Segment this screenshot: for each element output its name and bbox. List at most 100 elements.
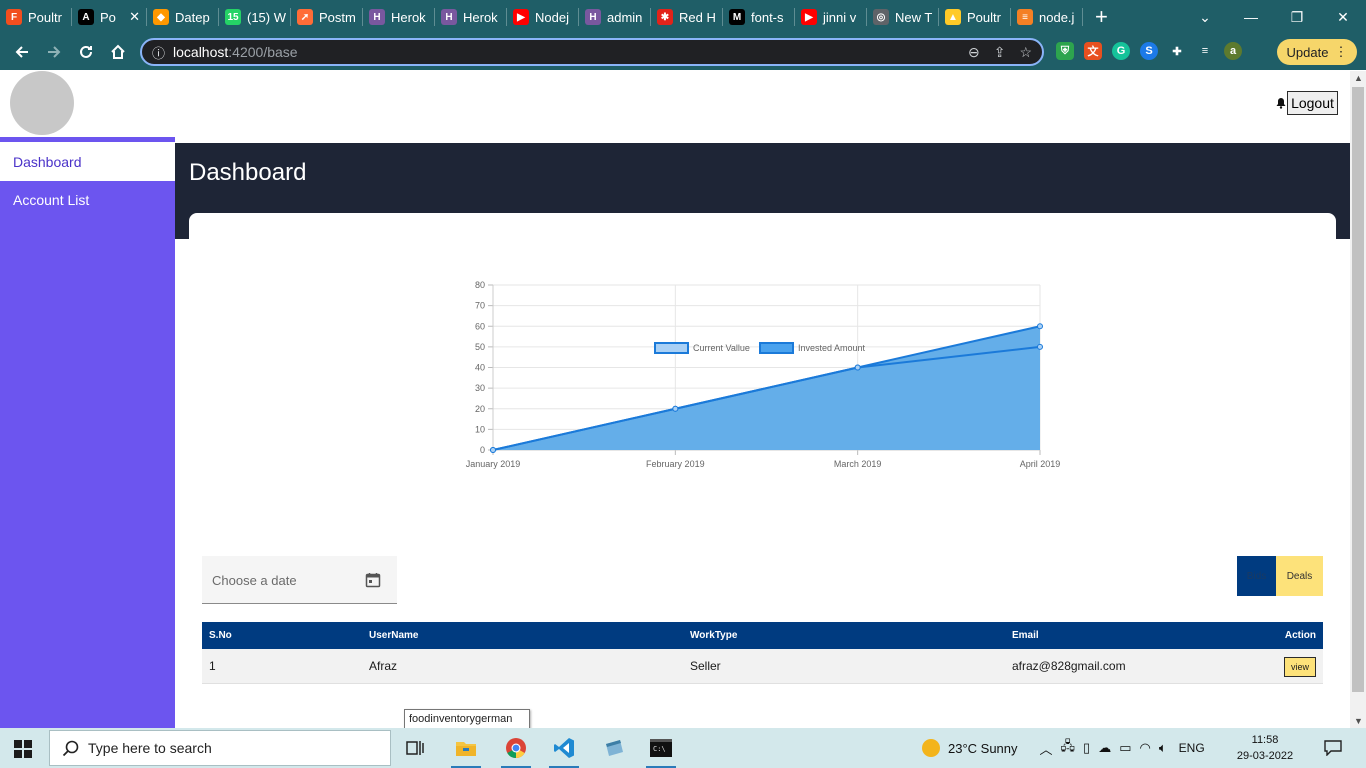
- y-tick-label: 0: [480, 445, 485, 455]
- tab-title: admin: [607, 9, 643, 25]
- minimize-button[interactable]: —: [1228, 9, 1274, 25]
- browser-tab[interactable]: Hadmin: [579, 0, 650, 34]
- vscode-icon[interactable]: [541, 732, 587, 768]
- table-header: S.No UserName WorkType Email Action: [202, 622, 1323, 649]
- update-button[interactable]: Update ⋮: [1277, 39, 1357, 65]
- calendar-icon[interactable]: [365, 572, 381, 588]
- y-tick-label: 10: [475, 424, 485, 434]
- network-drive-icon[interactable]: 🖧: [1061, 737, 1076, 759]
- language-indicator[interactable]: ENG: [1179, 741, 1205, 755]
- share-icon[interactable]: ⇪: [994, 44, 1006, 61]
- logout-button[interactable]: Logout: [1287, 91, 1338, 115]
- close-window-button[interactable]: ✕: [1320, 9, 1366, 26]
- scroll-down-icon[interactable]: ▼: [1354, 716, 1363, 726]
- page-scrollbar[interactable]: ▲ ▼: [1350, 71, 1366, 728]
- scroll-up-icon[interactable]: ▲: [1354, 73, 1363, 83]
- data-point: [490, 447, 496, 453]
- window-controls: ⌄ — ❐ ✕: [1182, 0, 1366, 34]
- scrollbar-thumb[interactable]: [1352, 87, 1364, 692]
- browser-tab[interactable]: ◎ New T: [867, 0, 938, 34]
- tab-title: Herok: [391, 9, 426, 25]
- forward-icon[interactable]: [38, 36, 70, 68]
- header-email: Email: [1012, 630, 1039, 641]
- weather-text[interactable]: 23°C Sunny: [948, 741, 1018, 756]
- zoom-icon[interactable]: ⊖: [968, 44, 980, 61]
- profile-avatar-icon[interactable]: a: [1224, 42, 1242, 60]
- date-picker-field[interactable]: Choose a date: [202, 556, 397, 604]
- cell-worktype: Seller: [690, 659, 721, 673]
- sidebar-item-dashboard[interactable]: Dashboard: [0, 137, 175, 181]
- chevron-up-icon[interactable]: ︿: [1040, 739, 1053, 758]
- task-view-icon[interactable]: [393, 732, 439, 764]
- terminal-icon[interactable]: C:\: [638, 732, 684, 768]
- tab-search-icon[interactable]: ⌄: [1182, 9, 1228, 26]
- reload-icon[interactable]: [70, 36, 102, 68]
- tab-favicon-icon: H: [585, 9, 601, 25]
- bids-toggle-button[interactable]: Bids: [1237, 556, 1276, 596]
- y-tick-label: 30: [475, 383, 485, 393]
- notepad-app-icon[interactable]: [591, 732, 637, 764]
- weather-sun-icon[interactable]: [922, 739, 940, 757]
- tab-title: Datep: [175, 9, 210, 25]
- browser-tab[interactable]: F Poultr: [0, 0, 71, 34]
- tab-favicon-icon: ≡: [1017, 9, 1033, 25]
- browser-tab[interactable]: ≡ node.j: [1011, 0, 1082, 34]
- browser-tab[interactable]: ➚ Postm: [291, 0, 362, 34]
- sidebar-item-account-list[interactable]: Account List: [0, 181, 175, 219]
- wifi-icon[interactable]: ◠: [1140, 740, 1151, 756]
- browser-tab[interactable]: H Herok: [363, 0, 434, 34]
- url-bar[interactable]: ⓘ localhost:4200/base ⊖ ⇪ ☆: [140, 38, 1044, 66]
- volume-icon[interactable]: 🔈︎: [1159, 740, 1167, 756]
- clock[interactable]: 11:58 29-03-2022: [1236, 732, 1294, 764]
- browser-tab[interactable]: ◆ Datep: [147, 0, 218, 34]
- tab-title: font-s: [751, 9, 784, 25]
- date-placeholder: Choose a date: [212, 573, 297, 588]
- browser-tab[interactable]: ▶ Nodej: [507, 0, 578, 34]
- url-host: localhost: [173, 44, 229, 60]
- tab-title: node.j: [1039, 9, 1075, 25]
- browser-tab[interactable]: H Herok: [435, 0, 506, 34]
- grammarly-extension-icon[interactable]: G: [1112, 42, 1130, 60]
- bookmark-star-icon[interactable]: ☆: [1019, 44, 1032, 61]
- browser-tab[interactable]: 15 (15) W: [219, 0, 290, 34]
- puzzle-extensions-icon[interactable]: ✚: [1168, 42, 1186, 60]
- browser-tab[interactable]: ✱ Red H: [651, 0, 722, 34]
- tab-favicon-icon: ▶: [801, 9, 817, 25]
- tab-title: Postm: [319, 9, 356, 25]
- translate-extension-icon[interactable]: 文: [1084, 42, 1102, 60]
- cloud-icon[interactable]: ☁: [1098, 740, 1111, 756]
- data-point: [1037, 323, 1043, 330]
- windows-start-icon[interactable]: [14, 740, 32, 758]
- bell-icon[interactable]: [1275, 97, 1287, 109]
- close-tab-icon[interactable]: ✕: [129, 9, 140, 25]
- deals-toggle-button[interactable]: Deals: [1276, 556, 1323, 596]
- battery-icon[interactable]: ▭: [1119, 740, 1131, 756]
- browser-tab[interactable]: ▶ jinni v: [795, 0, 866, 34]
- shield-extension-icon[interactable]: ⛨: [1056, 42, 1074, 60]
- taskbar-search-input[interactable]: Type here to search: [49, 730, 391, 766]
- chrome-icon[interactable]: [493, 732, 539, 768]
- new-tab-icon[interactable]: +: [1095, 4, 1108, 30]
- browser-tab[interactable]: ▲ Poultr: [939, 0, 1010, 34]
- home-icon[interactable]: [102, 36, 134, 68]
- legend-swatch: [654, 342, 689, 354]
- shazam-extension-icon[interactable]: S: [1140, 42, 1158, 60]
- browser-tab[interactable]: A Po ✕: [72, 0, 146, 34]
- file-explorer-icon[interactable]: [443, 732, 489, 768]
- browser-tab-strip: F Poultr A Po ✕ ◆ Datep 15 (15) W ➚ Postm H Herok H He…: [0, 0, 1366, 34]
- data-point: [672, 405, 679, 412]
- restore-button[interactable]: ❐: [1274, 9, 1320, 26]
- device-icon[interactable]: ▯: [1083, 740, 1090, 756]
- y-tick-label: 40: [475, 363, 485, 373]
- users-table: S.No UserName WorkType Email Action 1 Af…: [202, 622, 1323, 684]
- view-button[interactable]: view: [1284, 657, 1316, 677]
- notification-center-icon[interactable]: [1324, 740, 1342, 756]
- update-label: Update: [1286, 44, 1329, 60]
- data-point: [854, 364, 861, 371]
- reading-list-icon[interactable]: ≡: [1196, 42, 1214, 60]
- tab-title: Po: [100, 9, 116, 25]
- site-info-icon[interactable]: ⓘ: [152, 43, 165, 62]
- back-icon[interactable]: [6, 36, 38, 68]
- x-tick-label: January 2019: [466, 459, 521, 469]
- browser-tab[interactable]: Mfont-s: [723, 0, 794, 34]
